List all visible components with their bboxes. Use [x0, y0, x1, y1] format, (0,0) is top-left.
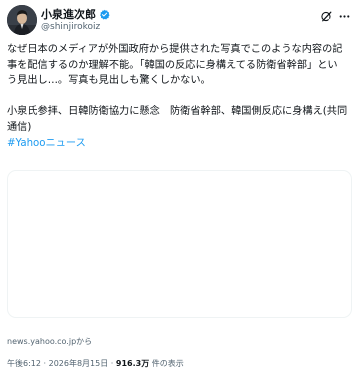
view-count: 916.3万: [115, 359, 150, 368]
view-count-label: 件の表示: [151, 359, 184, 368]
headline-line: 小泉氏参拝、日韓防衛協力に懸念 防衛省幹部、韓国側反応に身構え(共同: [7, 106, 348, 118]
author-handle[interactable]: @shinjirokoiz: [41, 22, 100, 33]
verified-badge-icon: [100, 9, 110, 20]
author-name[interactable]: 小泉進次郎: [41, 8, 96, 21]
meta-separator: ·: [43, 359, 47, 368]
hashtag-link[interactable]: #Yahooニュース: [7, 138, 86, 149]
post: 小泉進次郎 @shinjirokoiz なぜ日本のメディアが外国政府から提供され…: [0, 0, 359, 380]
link-preview-card[interactable]: [7, 170, 352, 318]
post-time[interactable]: 午後6:12: [7, 359, 41, 368]
link-card-source[interactable]: news.yahoo.co.jpから: [7, 337, 92, 347]
more-options-icon[interactable]: [337, 9, 351, 23]
post-meta: 午後6:12 · 2026年8月15日 · 916.3万 件の表示: [7, 359, 184, 369]
avatar-image: [7, 5, 37, 35]
post-text-line: う見出し…。写真も見出しも驚くしかない。: [7, 75, 211, 87]
post-text-line: 事を配信するのか理解不能。「韓国の反応に身構えてる防衛省幹部」とい: [7, 59, 338, 71]
post-text: なぜ日本のメディアが外国政府から提供された写真でこのような内容の記 事を配信する…: [7, 42, 353, 151]
post-date[interactable]: 2026年8月15日: [49, 359, 109, 368]
meta-separator: ·: [110, 359, 114, 368]
author-name-row: 小泉進次郎: [41, 8, 110, 21]
post-text-line: なぜ日本のメディアが外国政府から提供された写真でこのような内容の記: [7, 44, 343, 55]
grok-icon[interactable]: [319, 9, 333, 23]
headline-line: 通信): [7, 121, 32, 133]
avatar[interactable]: [7, 5, 37, 35]
